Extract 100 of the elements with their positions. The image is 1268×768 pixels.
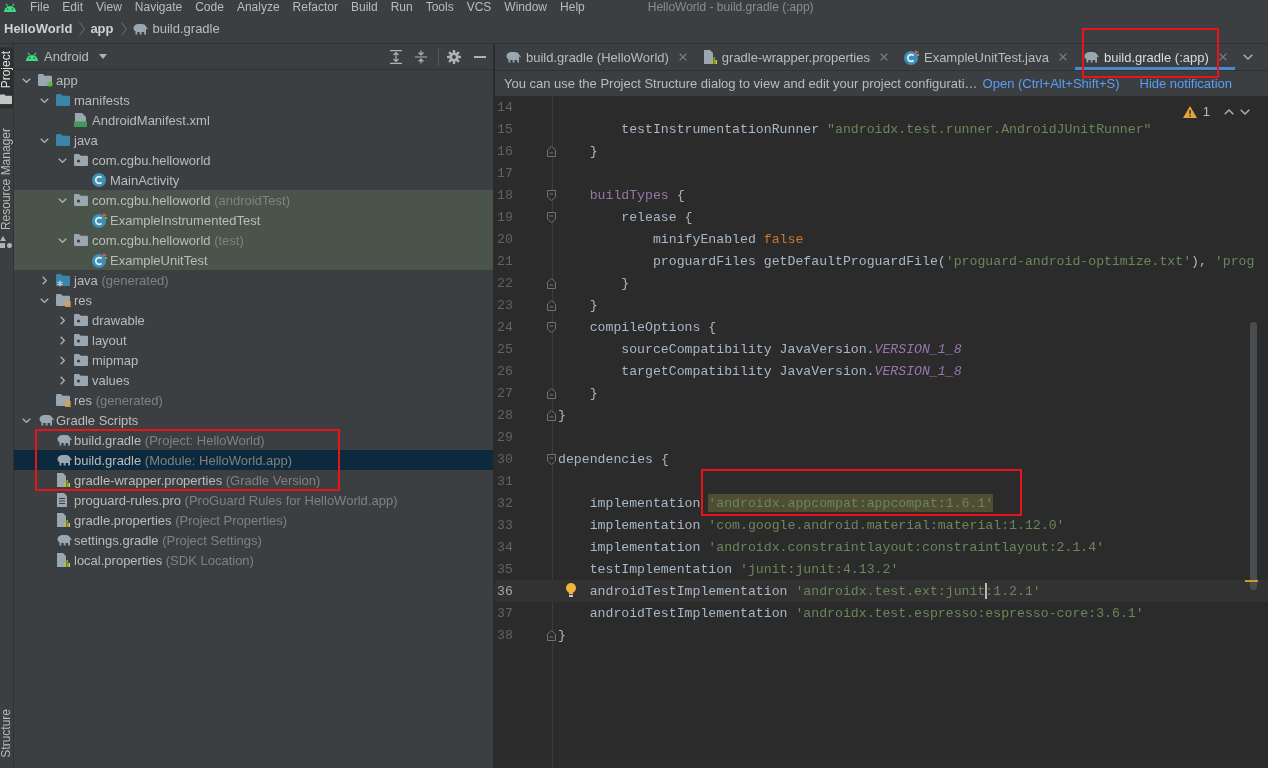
- chevron-right-icon[interactable]: [59, 355, 65, 365]
- code-line: androidTestImplementation 'androidx.test.espresso:espresso-core:3.6.1': [589, 605, 1144, 621]
- menu-item[interactable]: Run: [390, 0, 413, 14]
- close-icon[interactable]: [1218, 53, 1227, 61]
- warning-icon[interactable]: [1182, 105, 1197, 118]
- chevron-down-icon[interactable]: [57, 237, 67, 243]
- tree-item[interactable]: values: [14, 370, 493, 390]
- minimize-icon[interactable]: [474, 55, 486, 58]
- tree-item[interactable]: java: [14, 130, 493, 150]
- chevron-down-icon[interactable]: [39, 297, 49, 303]
- tree-item[interactable]: res (generated): [14, 390, 493, 410]
- notification-link[interactable]: Hide notification: [1139, 76, 1232, 91]
- tree-item[interactable]: layout: [14, 330, 493, 350]
- test-class-icon: [92, 252, 107, 268]
- menu-item[interactable]: Refactor: [292, 0, 338, 14]
- tree-item[interactable]: mipmap: [14, 350, 493, 370]
- fold-marker-icon[interactable]: [547, 453, 556, 465]
- tree-item[interactable]: ExampleUnitTest: [14, 250, 493, 270]
- code-line: }: [558, 407, 566, 423]
- fold-marker-icon[interactable]: [547, 211, 556, 223]
- editor-tab[interactable]: build.gradle (HelloWorld): [497, 44, 695, 70]
- fold-marker-icon[interactable]: [547, 409, 556, 421]
- fold-marker-icon[interactable]: [547, 629, 556, 641]
- line-number: 29: [496, 429, 514, 445]
- fold-marker-icon[interactable]: [547, 189, 556, 201]
- chevron-down-icon[interactable]: [1242, 54, 1253, 60]
- menu-item[interactable]: Tools: [425, 0, 454, 14]
- resource-folder-icon: [56, 293, 71, 307]
- tree-item[interactable]: local.properties (SDK Location): [14, 550, 493, 570]
- view-dropdown[interactable]: Android: [25, 49, 107, 64]
- tree-item[interactable]: build.gradle (Project: HelloWorld): [14, 430, 493, 450]
- menu-item[interactable]: Build: [350, 0, 378, 14]
- fold-marker-icon[interactable]: [547, 321, 556, 333]
- breadcrumb-item[interactable]: build.gradle: [131, 21, 220, 36]
- tree-item[interactable]: settings.gradle (Project Settings): [14, 530, 493, 550]
- close-icon[interactable]: [678, 53, 687, 61]
- fold-marker-icon[interactable]: [547, 277, 556, 289]
- chevron-down-icon[interactable]: [39, 137, 49, 143]
- chevron-down-icon[interactable]: [21, 77, 31, 83]
- menu-item[interactable]: Navigate: [134, 0, 183, 14]
- test-class-icon: [92, 212, 107, 228]
- chevron-down-icon[interactable]: [57, 197, 67, 203]
- fold-marker-icon[interactable]: [547, 387, 556, 399]
- code-line: minifyEnabled false: [652, 231, 804, 247]
- tree-item[interactable]: java (generated): [14, 270, 493, 290]
- menu-item[interactable]: Analyze: [236, 0, 280, 14]
- tree-item[interactable]: MainActivity: [14, 170, 493, 190]
- menu-item[interactable]: VCS: [466, 0, 492, 14]
- breadcrumb-item[interactable]: app: [90, 21, 114, 36]
- code-line: implementation 'com.google.android.material:material:1.12.0': [589, 517, 1065, 533]
- notification-link[interactable]: Open (Ctrl+Alt+Shift+S): [982, 76, 1120, 91]
- close-icon[interactable]: [879, 53, 888, 61]
- tree-item[interactable]: AndroidManifest.xml: [14, 110, 493, 130]
- menu-item[interactable]: File: [30, 0, 50, 14]
- chevron-right-icon[interactable]: [59, 335, 65, 345]
- chevron-down-icon[interactable]: [1240, 108, 1250, 115]
- properties-file-icon: [56, 473, 70, 487]
- properties-file-icon: [56, 513, 70, 527]
- tree-item[interactable]: com.cgbu.helloworld: [14, 150, 493, 170]
- fold-marker-icon[interactable]: [547, 145, 556, 157]
- tree-item[interactable]: ExampleInstrumentedTest: [14, 210, 493, 230]
- properties-file-icon: [702, 50, 717, 64]
- android-logo-icon[interactable]: [3, 2, 17, 12]
- menu-item[interactable]: Help: [560, 0, 585, 14]
- menu-item[interactable]: Window: [504, 0, 548, 14]
- editor-tab[interactable]: ExampleUnitTest.java: [895, 44, 1075, 70]
- menu-item[interactable]: Code: [195, 0, 224, 14]
- line-number: 35: [496, 561, 514, 577]
- editor-tab[interactable]: gradle-wrapper.properties: [694, 44, 896, 70]
- lightbulb-icon[interactable]: [566, 583, 576, 597]
- breadcrumb-item[interactable]: HelloWorld: [4, 21, 73, 36]
- tree-item[interactable]: proguard-rules.pro (ProGuard Rules for HelloWorld.app): [14, 490, 493, 510]
- settings-icon[interactable]: [447, 49, 461, 64]
- warning-count[interactable]: 1: [1202, 104, 1210, 119]
- android-icon: [25, 52, 39, 61]
- menu-item[interactable]: View: [96, 0, 122, 14]
- chevron-down-icon[interactable]: [57, 157, 67, 163]
- collapse-all-icon[interactable]: [415, 49, 427, 64]
- expand-all-icon[interactable]: [390, 49, 402, 64]
- chevron-up-icon[interactable]: [1224, 108, 1234, 115]
- chevron-down-icon[interactable]: [39, 97, 49, 103]
- chevron-right-icon[interactable]: [59, 375, 65, 385]
- chevron-right-icon[interactable]: [41, 275, 47, 285]
- tree-item[interactable]: app: [14, 70, 493, 90]
- tree-item[interactable]: res: [14, 290, 493, 310]
- tree-item[interactable]: manifests: [14, 90, 493, 110]
- tree-item[interactable]: gradle.properties (Project Properties): [14, 510, 493, 530]
- scrollbar-thumb[interactable]: [1250, 322, 1257, 590]
- tree-item[interactable]: Gradle Scripts: [14, 410, 493, 430]
- editor-tab[interactable]: build.gradle (:app): [1074, 44, 1235, 70]
- tree-item[interactable]: drawable: [14, 310, 493, 330]
- close-icon[interactable]: [1058, 53, 1067, 61]
- chevron-down-icon[interactable]: [21, 417, 31, 423]
- package-folder-icon: [74, 354, 88, 366]
- tree-item[interactable]: build.gradle (Module: HelloWorld.app): [14, 450, 493, 470]
- tree-item[interactable]: gradle-wrapper.properties (Gradle Version): [14, 470, 493, 490]
- menu-item[interactable]: Edit: [62, 0, 84, 14]
- line-number: 25: [496, 341, 514, 357]
- fold-marker-icon[interactable]: [547, 299, 556, 311]
- chevron-right-icon[interactable]: [59, 315, 65, 325]
